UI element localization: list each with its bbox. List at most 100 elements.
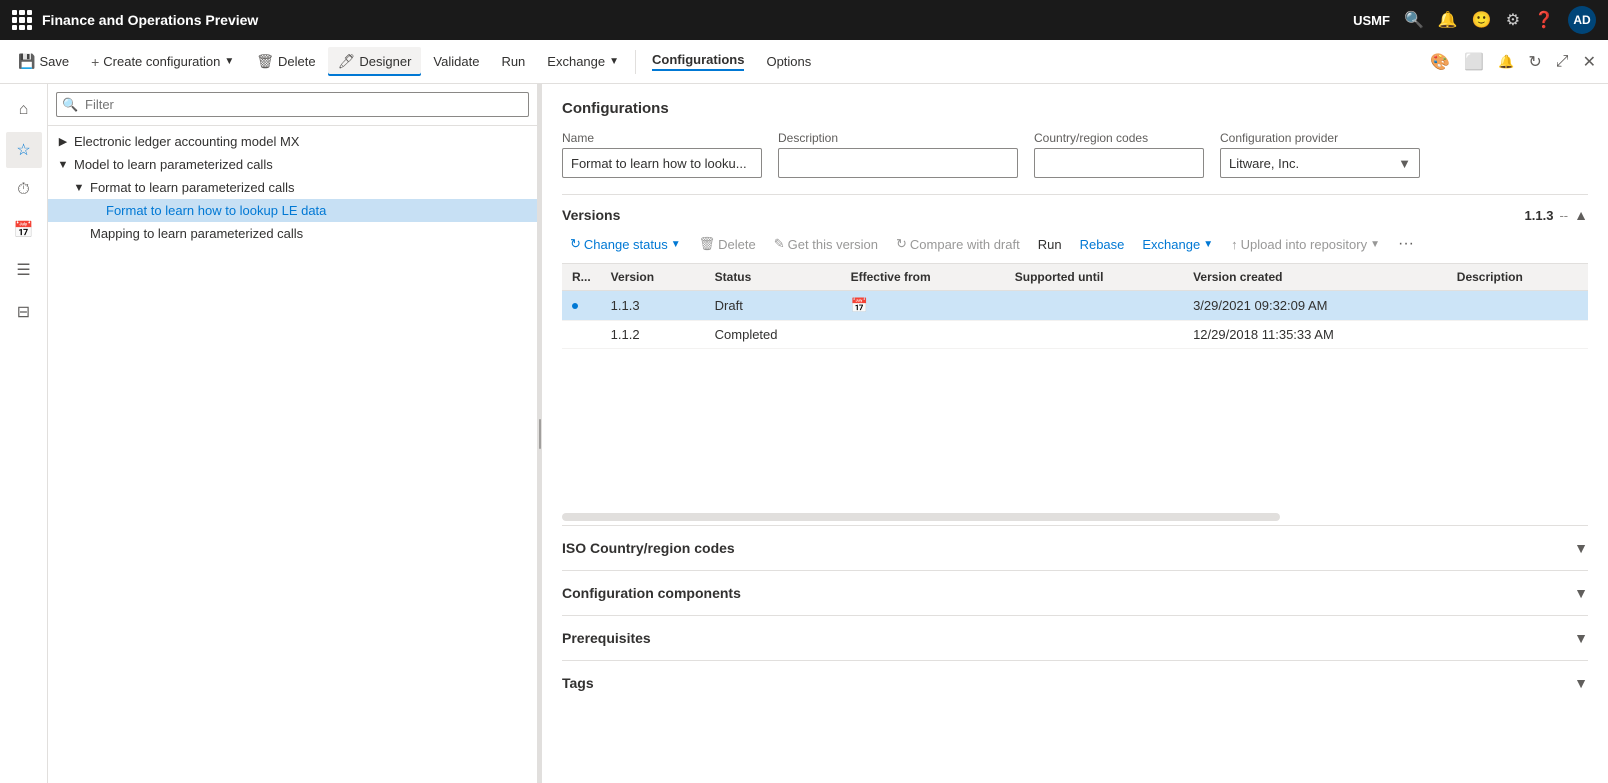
get-this-version-button[interactable]: ✎ Get this version (766, 232, 886, 256)
tree-content: ▶ Electronic ledger accounting model MX … (48, 126, 537, 783)
iso-country-section[interactable]: ISO Country/region codes ▼ (562, 525, 1588, 570)
app-title: Finance and Operations Preview (42, 12, 1343, 28)
separator (635, 50, 636, 74)
name-label: Name (562, 131, 762, 145)
settings-icon[interactable]: ⚙ (1506, 10, 1520, 30)
change-status-icon: ↻ (570, 236, 581, 252)
validate-button[interactable]: Validate (423, 48, 489, 75)
upload-caret: ▼ (1370, 239, 1380, 250)
run-button[interactable]: Run (491, 48, 535, 75)
versions-exchange-button[interactable]: Exchange ▼ (1134, 233, 1221, 256)
tree-item-mapping-parameterized[interactable]: ▶ Mapping to learn parameterized calls (48, 222, 537, 245)
designer-button[interactable]: 🖊 Designer (328, 47, 422, 76)
description-field: Description (778, 131, 1018, 178)
col-header-description[interactable]: Description (1447, 264, 1588, 291)
tags-title: Tags (562, 675, 594, 691)
prerequisites-title: Prerequisites (562, 630, 651, 646)
create-configuration-button[interactable]: + Create configuration ▼ (81, 48, 244, 76)
filter-wrap: 🔍 (56, 92, 529, 117)
close-icon[interactable]: ✕ (1579, 48, 1600, 76)
tags-section[interactable]: Tags ▼ (562, 660, 1588, 705)
change-status-button[interactable]: ↻ Change status ▼ (562, 232, 689, 256)
tree-toggle-format-parameterized[interactable]: ▼ (72, 182, 86, 194)
badge-icon[interactable]: 🔔 (1494, 50, 1518, 74)
calendar-icon[interactable]: 📅 (851, 297, 868, 313)
name-input[interactable] (562, 148, 762, 178)
tree-toggle-electronic-ledger[interactable]: ▶ (56, 135, 70, 148)
exchange-button[interactable]: Exchange ▼ (537, 48, 629, 75)
notification-icon[interactable]: 🔔 (1438, 10, 1458, 30)
row-supported-until (1005, 321, 1183, 349)
row-indicator-dot (572, 303, 578, 309)
upload-repository-button[interactable]: ↑ Upload into repository ▼ (1223, 233, 1388, 256)
versions-delete-button[interactable]: 🗑 Delete (691, 232, 764, 256)
palette-icon[interactable]: 🎨 (1426, 48, 1454, 76)
tree-label-electronic-ledger: Electronic ledger accounting model MX (74, 134, 299, 149)
col-header-indicator: R... (562, 264, 601, 291)
col-header-effective-from[interactable]: Effective from (841, 264, 1005, 291)
emoji-icon[interactable]: 🙂 (1472, 10, 1492, 30)
country-input[interactable] (1034, 148, 1204, 178)
delete-icon: 🗑 (256, 53, 274, 70)
tree-item-format-lookup[interactable]: ▶ Format to learn how to lookup LE data (48, 199, 537, 222)
col-header-status[interactable]: Status (705, 264, 841, 291)
filter-input[interactable] (56, 92, 529, 117)
nav-rail: ⌂ ☆ ⏱ 📅 ☰ ⊟ (0, 84, 48, 783)
create-icon: + (91, 54, 99, 70)
tree-item-format-parameterized[interactable]: ▼ Format to learn parameterized calls (48, 176, 537, 199)
main-content-panel: Configurations Name Description Country/… (542, 84, 1608, 783)
versions-run-button[interactable]: Run (1030, 233, 1070, 256)
tree-toggle-model-parameterized[interactable]: ▼ (56, 159, 70, 171)
nav-filter-icon[interactable]: ⊟ (6, 294, 42, 330)
config-components-chevron-icon: ▼ (1574, 585, 1588, 601)
expand-icon[interactable]: ⤢ (1552, 49, 1573, 75)
config-components-section[interactable]: Configuration components ▼ (562, 570, 1588, 615)
command-bar-right-icons: 🎨 ⬜ 🔔 ↻ ⤢ ✕ (1426, 48, 1600, 76)
nav-home-icon[interactable]: ⌂ (6, 92, 42, 128)
tree-label-format-parameterized: Format to learn parameterized calls (90, 180, 294, 195)
options-tab[interactable]: Options (756, 48, 821, 75)
nav-favorites-icon[interactable]: ☆ (6, 132, 42, 168)
help-icon[interactable]: ❓ (1534, 10, 1554, 30)
nav-list-icon[interactable]: ☰ (6, 252, 42, 288)
refresh-icon[interactable]: ↻ (1524, 48, 1545, 76)
change-status-caret: ▼ (671, 239, 681, 250)
provider-field: Configuration provider Litware, Inc. ▼ (1220, 131, 1420, 178)
iso-country-chevron-icon: ▼ (1574, 540, 1588, 556)
col-header-supported-until[interactable]: Supported until (1005, 264, 1183, 291)
versions-collapse-icon[interactable]: ▲ (1574, 207, 1588, 223)
tree-label-mapping-parameterized: Mapping to learn parameterized calls (90, 226, 303, 241)
prerequisites-section[interactable]: Prerequisites ▼ (562, 615, 1588, 660)
search-top-icon[interactable]: 🔍 (1404, 10, 1424, 30)
top-right-bar: USMF 🔍 🔔 🙂 ⚙ ❓ AD (1353, 6, 1596, 34)
save-button[interactable]: 💾 Save (8, 47, 79, 76)
versions-delete-icon: 🗑 (699, 236, 716, 252)
more-options-icon[interactable]: ··· (1390, 231, 1422, 257)
tree-label-model-parameterized: Model to learn parameterized calls (74, 157, 273, 172)
versions-table: R... Version Status Effective from Suppo… (562, 263, 1588, 349)
delete-button[interactable]: 🗑 Delete (246, 47, 325, 76)
tree-panel: 🔍 ▶ Electronic ledger accounting model M… (48, 84, 538, 783)
nav-calendar-icon[interactable]: 📅 (6, 212, 42, 248)
description-input[interactable] (778, 148, 1018, 178)
country-label: Country/region codes (1034, 131, 1204, 145)
user-region: USMF (1353, 13, 1390, 28)
layout-icon[interactable]: ⬜ (1460, 48, 1488, 76)
prerequisites-chevron-icon: ▼ (1574, 630, 1588, 646)
tags-chevron-icon: ▼ (1574, 675, 1588, 691)
col-header-version[interactable]: Version (601, 264, 705, 291)
table-row[interactable]: 1.1.2 Completed 12/29/2018 11:35:33 AM (562, 321, 1588, 349)
tree-item-model-parameterized[interactable]: ▼ Model to learn parameterized calls (48, 153, 537, 176)
col-header-version-created[interactable]: Version created (1183, 264, 1447, 291)
configurations-tab[interactable]: Configurations (642, 46, 754, 77)
provider-select[interactable]: Litware, Inc. ▼ (1220, 148, 1420, 178)
rebase-button[interactable]: Rebase (1072, 233, 1133, 256)
avatar[interactable]: AD (1568, 6, 1596, 34)
nav-recent-icon[interactable]: ⏱ (6, 172, 42, 208)
grid-menu-icon[interactable] (12, 10, 32, 30)
tree-item-electronic-ledger[interactable]: ▶ Electronic ledger accounting model MX (48, 130, 537, 153)
panel-resizer[interactable] (538, 84, 542, 783)
horizontal-scrollbar[interactable] (562, 513, 1280, 521)
table-row[interactable]: 1.1.3 Draft 📅 3/29/2021 09:32:09 AM (562, 291, 1588, 321)
compare-with-draft-button[interactable]: ↻ Compare with draft (888, 232, 1028, 256)
